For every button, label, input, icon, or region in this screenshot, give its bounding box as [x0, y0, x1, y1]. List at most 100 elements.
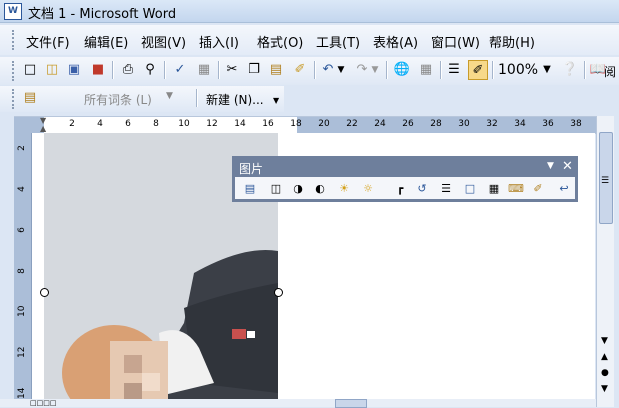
undo-dropdown-icon[interactable]: ▼: [336, 60, 346, 80]
more-brightness-icon[interactable]: ☀: [335, 180, 353, 198]
horizontal-ruler[interactable]: ▼ ▲ 2 4 6 8 10 12 14 16 18 20 22 24 26 28 30 32 34 36 38: [14, 116, 612, 134]
tables-borders-icon[interactable]: ▦: [416, 60, 436, 80]
print-icon[interactable]: ⎙: [118, 60, 138, 80]
compress-pictures-icon[interactable]: □: [461, 180, 479, 198]
ruler-tick-label: 14: [234, 119, 246, 129]
menu-edit[interactable]: 编辑(E): [84, 32, 128, 51]
less-contrast-icon[interactable]: ◐: [311, 180, 329, 198]
ruler-tick-label: 28: [430, 119, 442, 129]
zoom-dropdown-icon[interactable]: ▼: [540, 60, 554, 80]
separator: [492, 61, 494, 79]
vruler-tick-label: 2: [17, 145, 27, 151]
spelling-check-icon[interactable]: ✓: [170, 60, 190, 80]
new-document-icon[interactable]: □: [20, 60, 40, 80]
indent-marker-icon[interactable]: ▼ ▲: [40, 117, 48, 133]
picture-toolbar[interactable]: 图片 ▼ ✕ ▤ ◫ ◑ ◐ ☀ ☼ ┏ ↺ ☰ □ ▦ ⌨ ✐ ↩: [232, 156, 578, 202]
autotext-toolbar: ▤ 所有词条 (L) ▼ 新建 (N)... ▼: [0, 86, 284, 112]
help-icon[interactable]: ❔: [560, 60, 580, 80]
separator: [386, 61, 388, 79]
scroll-down-icon[interactable]: ▼: [601, 336, 608, 346]
resize-handle-left[interactable]: [40, 288, 49, 297]
new-autotext-button[interactable]: 新建 (N)...: [206, 91, 264, 108]
hyperlink-icon[interactable]: 🌐: [392, 60, 412, 80]
crop-icon[interactable]: ┏: [391, 180, 409, 198]
close-icon[interactable]: ✕: [562, 159, 573, 174]
toolbar-options-icon[interactable]: ▼: [273, 96, 279, 105]
ruler-tick-label: 38: [570, 119, 582, 129]
ruler-tick-label: 16: [262, 119, 274, 129]
autotext-dropdown[interactable]: 所有词条 (L): [84, 91, 152, 108]
format-picture-icon[interactable]: ⌨: [507, 180, 525, 198]
title-bar: W 文档 1 - Microsoft Word: [0, 0, 619, 23]
separator: [440, 61, 442, 79]
toolbar2-grip-icon[interactable]: [12, 89, 18, 109]
autotext-dropdown-icon[interactable]: ▼: [166, 91, 173, 101]
menu-tools[interactable]: 工具(T): [316, 32, 360, 51]
line-style-icon[interactable]: ☰: [437, 180, 455, 198]
paste-icon[interactable]: ▤: [266, 60, 286, 80]
ruler-tick-label: 34: [514, 119, 526, 129]
research-icon[interactable]: ▦: [194, 60, 214, 80]
columns-icon[interactable]: ☰: [444, 60, 464, 80]
vertical-ruler[interactable]: 2 4 6 8 10 12 14: [14, 133, 32, 401]
ruler-tick-label: 26: [402, 119, 414, 129]
ruler-tick-label: 24: [374, 119, 386, 129]
set-transparent-color-icon[interactable]: ✐: [529, 180, 547, 198]
menubar-grip-icon[interactable]: [12, 30, 18, 50]
menu-window[interactable]: 窗口(W): [431, 32, 480, 51]
horizontal-scrollbar[interactable]: □□□□: [0, 399, 596, 408]
menu-format[interactable]: 格式(O): [257, 32, 303, 51]
save-icon[interactable]: ▣: [64, 60, 84, 80]
menu-help[interactable]: 帮助(H): [489, 32, 535, 51]
ruler-tick-label: 22: [346, 119, 358, 129]
read-label[interactable]: 阅: [604, 63, 616, 80]
next-page-icon[interactable]: ▼: [601, 384, 608, 394]
text-wrapping-icon[interactable]: ▦: [485, 180, 503, 198]
open-folder-icon[interactable]: ◫: [42, 60, 62, 80]
view-buttons-icon[interactable]: □□□□: [30, 399, 56, 407]
vruler-tick-label: 8: [17, 268, 27, 274]
ruler-tick-label: 2: [69, 119, 75, 129]
toolbar-grip-icon[interactable]: [12, 61, 18, 81]
rotate-icon[interactable]: ↺: [413, 180, 431, 198]
permission-icon[interactable]: ■: [88, 60, 108, 80]
format-painter-icon[interactable]: ✐: [290, 60, 310, 80]
zoom-value[interactable]: 100%: [498, 62, 538, 78]
more-contrast-icon[interactable]: ◑: [289, 180, 307, 198]
vruler-tick-label: 12: [17, 346, 27, 358]
redo-dropdown-icon[interactable]: ▼: [370, 60, 380, 80]
ruler-tick-label: 4: [97, 119, 103, 129]
separator: [164, 61, 166, 79]
menu-insert[interactable]: 插入(I): [199, 32, 239, 51]
picture-toolbar-titlebar[interactable]: 图片 ▼ ✕: [235, 159, 575, 177]
toolbar-options-icon[interactable]: ▼: [547, 161, 554, 171]
ruler-tick-label: 10: [178, 119, 190, 129]
word-app-icon[interactable]: W: [4, 3, 22, 20]
select-browse-object-icon[interactable]: ●: [601, 368, 609, 378]
autotext-icon[interactable]: ▤: [20, 88, 40, 108]
less-brightness-icon[interactable]: ☼: [359, 180, 377, 198]
menu-table[interactable]: 表格(A): [373, 32, 418, 51]
ruler-tick-label: 36: [542, 119, 554, 129]
ruler-tick-label: 8: [153, 119, 159, 129]
resize-handle-right[interactable]: [274, 288, 283, 297]
undo-icon[interactable]: ↶: [318, 60, 338, 80]
color-icon[interactable]: ◫: [267, 180, 285, 198]
vertical-scrollbar[interactable]: ☰ ▼ ▲ ● ▼: [596, 116, 614, 407]
print-preview-icon[interactable]: ⚲: [140, 60, 160, 80]
redo-icon[interactable]: ↷: [352, 60, 372, 80]
copy-icon[interactable]: ❐: [244, 60, 264, 80]
menu-view[interactable]: 视图(V): [141, 32, 186, 51]
insert-picture-icon[interactable]: ▤: [241, 180, 259, 198]
menu-file[interactable]: 文件(F): [26, 32, 70, 51]
vruler-tick-label: 6: [17, 227, 27, 233]
ruler-tick-label: 32: [486, 119, 498, 129]
drawing-icon[interactable]: ✐: [468, 60, 488, 80]
ruler-tick-label: 20: [318, 119, 330, 129]
previous-page-icon[interactable]: ▲: [601, 352, 608, 362]
separator: [218, 61, 220, 79]
cut-icon[interactable]: ✂: [222, 60, 242, 80]
separator: [196, 89, 198, 107]
reset-picture-icon[interactable]: ↩: [555, 180, 573, 198]
standard-toolbar: □ ◫ ▣ ■ ⎙ ⚲ ✓ ▦ ✂ ❐ ▤ ✐ ↶ ▼ ↷ ▼ 🌐 ▦ ☰ ✐ …: [0, 57, 619, 85]
